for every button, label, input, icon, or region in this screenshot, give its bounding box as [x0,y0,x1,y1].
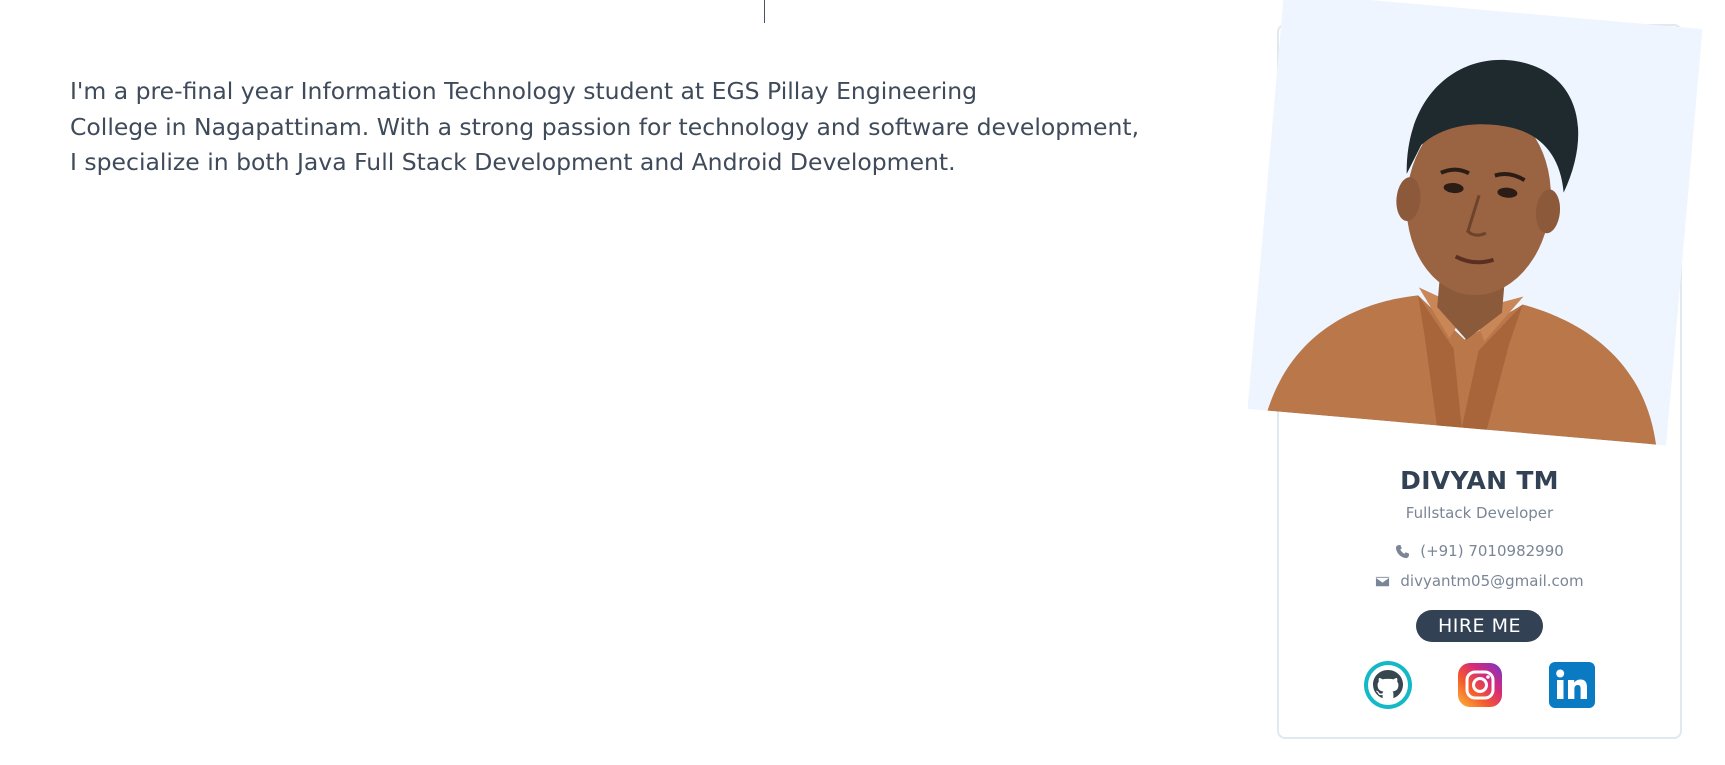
about-line: College in Nagapattinam. With a strong p… [70,112,1140,141]
email-address: divyantm05@gmail.com [1400,572,1584,590]
envelope-icon [1376,576,1390,586]
phone-number: (+91) 7010982990 [1420,542,1564,560]
linkedin-icon[interactable] [1547,660,1597,710]
portrait-photo [1247,0,1703,446]
email-row: divyantm05@gmail.com [1277,571,1682,591]
hire-me-button[interactable]: HIRE ME [1415,610,1544,642]
profile-info: DIVYAN TM Fullstack Developer (+91) 7010… [1277,465,1682,710]
about-line: I specialize in both Java Full Stack Dev… [70,148,956,176]
profile-photo [1247,0,1703,446]
about-paragraph: I'm a pre-final year Information Technol… [70,74,1240,181]
phone-icon [1396,544,1410,558]
profile-name: DIVYAN TM [1400,466,1559,495]
social-links [1277,660,1682,710]
page: I'm a pre-final year Information Technol… [0,0,1725,765]
phone-row: (+91) 7010982990 [1277,541,1682,561]
top-divider [764,0,765,23]
github-icon[interactable] [1363,660,1413,710]
profile-role: Fullstack Developer [1405,504,1554,522]
instagram-icon[interactable] [1455,660,1505,710]
about-line: I'm a pre-final year Information Technol… [70,77,978,105]
